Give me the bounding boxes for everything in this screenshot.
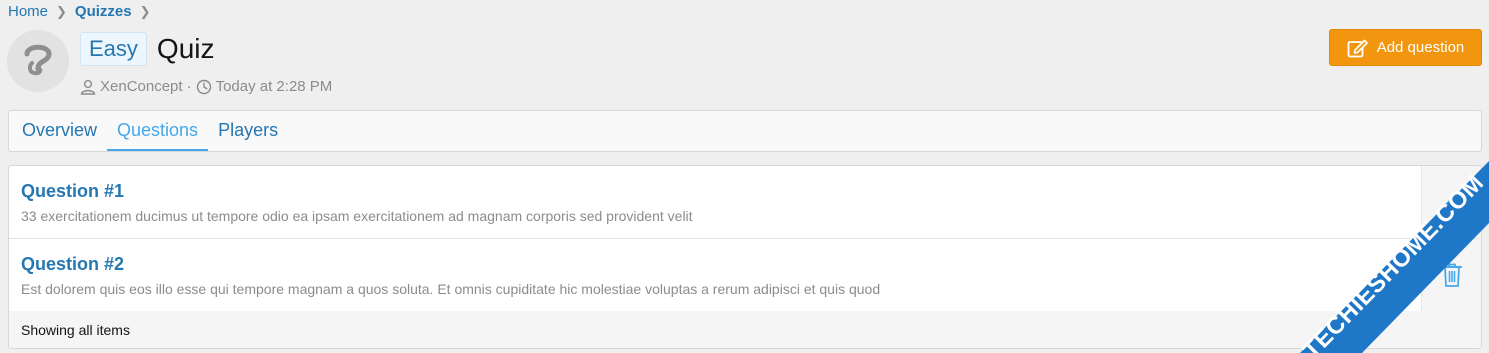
tab-bar: Overview Questions Players [8,110,1482,152]
tab-players[interactable]: Players [208,111,288,151]
add-question-button[interactable]: Add question [1329,29,1482,66]
tab-questions[interactable]: Questions [107,111,209,151]
quiz-meta: XenConcept · Today at 2:28 PM [80,78,332,95]
trash-icon [1441,263,1462,287]
edit-icon [1443,193,1460,210]
page-title: Quiz [156,33,215,64]
quiz-date[interactable]: Today at 2:28 PM [216,78,333,95]
breadcrumb-quizzes[interactable]: Quizzes [75,3,132,20]
add-question-label: Add question [1376,39,1465,56]
question-list: Question #1 33 exercitationem ducimus ut… [8,165,1482,349]
footer-status: Showing all items [21,321,130,338]
edit-question-button[interactable] [1421,166,1481,238]
breadcrumb: Home ❯ Quizzes ❯ [8,3,151,20]
difficulty-badge: Easy [80,32,147,66]
author-link[interactable]: XenConcept [100,78,183,95]
list-item: Question #2 Est dolorem quis eos illo es… [9,239,1481,312]
user-icon [80,79,96,95]
question-mark-icon [24,44,52,76]
chevron-right-icon: ❯ [56,3,67,19]
list-footer: Showing all items [9,311,1481,348]
question-description: 33 exercitationem ducimus ut tempore odi… [21,208,693,224]
question-description: Est dolorem quis eos illo esse qui tempo… [21,281,881,297]
delete-question-button[interactable] [1421,239,1481,311]
edit-icon [1347,39,1368,57]
chevron-right-icon: ❯ [139,3,151,19]
tab-overview[interactable]: Overview [12,111,107,151]
breadcrumb-home[interactable]: Home [8,3,48,20]
meta-separator: · [186,78,192,95]
question-title-link[interactable]: Question #1 [21,181,124,202]
quiz-avatar [7,30,69,92]
question-title-link[interactable]: Question #2 [21,254,124,275]
list-item: Question #1 33 exercitationem ducimus ut… [9,166,1481,239]
quiz-title-row: Easy Quiz [80,32,215,66]
clock-icon [196,79,211,94]
